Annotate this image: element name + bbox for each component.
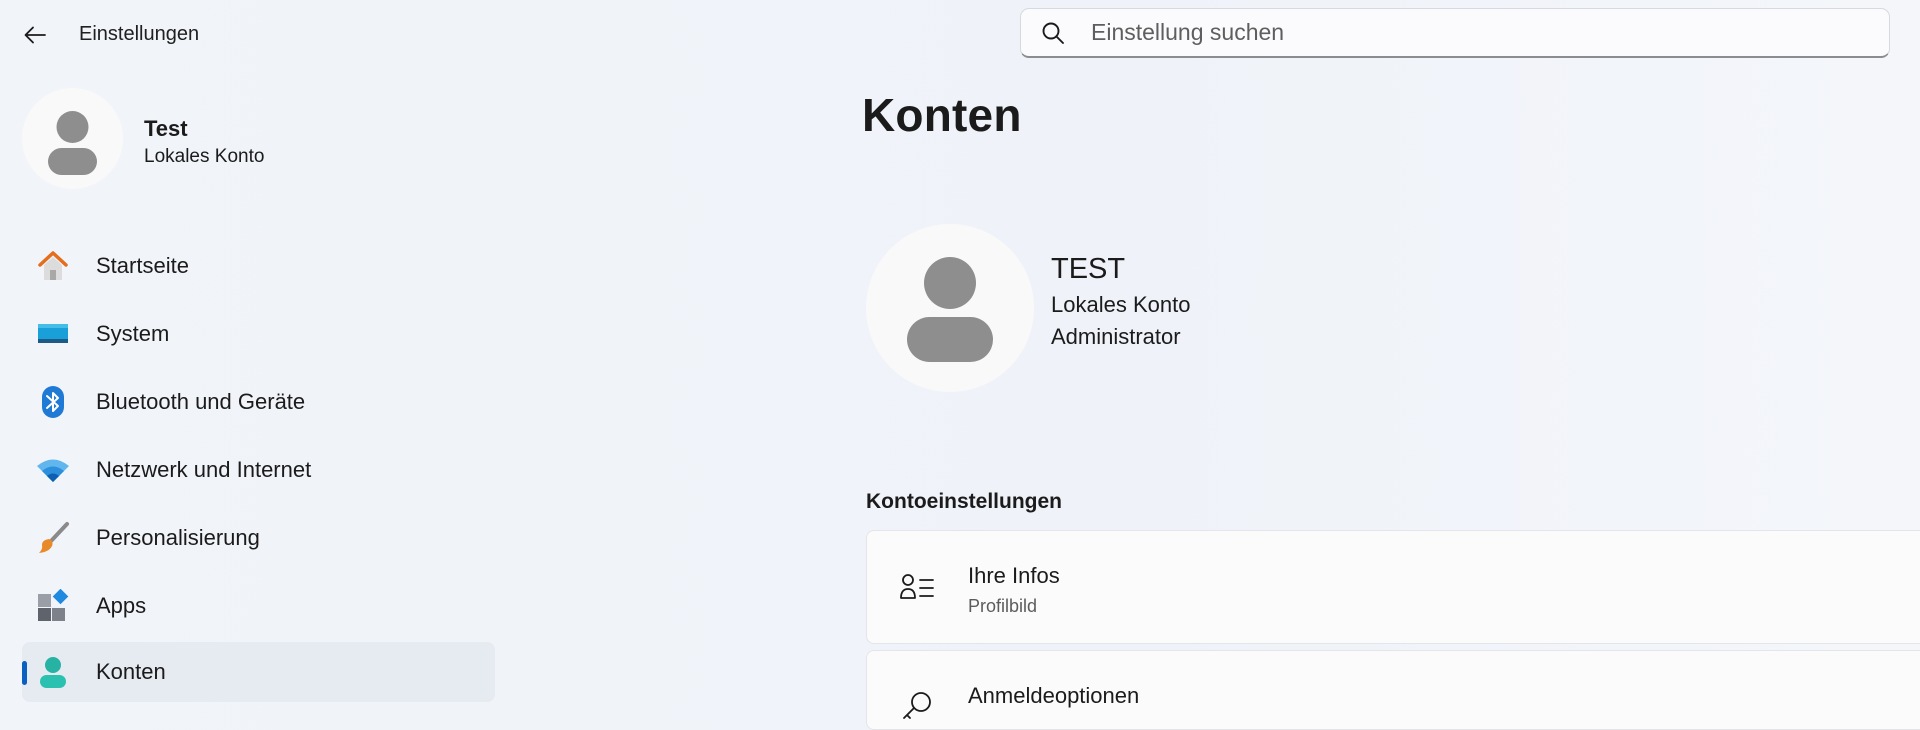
apps-icon <box>36 589 70 623</box>
bluetooth-icon <box>36 385 70 419</box>
search-box[interactable] <box>1020 8 1890 58</box>
sidebar-item-startseite[interactable]: Startseite <box>22 236 495 296</box>
back-arrow-icon <box>24 26 46 44</box>
system-display-icon <box>36 317 70 351</box>
card-anmeldeoptionen[interactable]: Anmeldeoptionen <box>866 650 1920 730</box>
sidebar-profile-account-type: Lokales Konto <box>144 146 265 167</box>
account-avatar <box>866 224 1034 392</box>
account-role: Administrator <box>1051 324 1181 349</box>
sidebar-item-apps[interactable]: Apps <box>22 576 495 636</box>
accounts-icon <box>36 655 70 689</box>
page-title: Konten <box>862 89 1022 141</box>
sidebar-item-netzwerk[interactable]: Netzwerk und Internet <box>22 440 495 500</box>
paintbrush-icon <box>36 521 70 555</box>
card-title: Anmeldeoptionen <box>968 683 1140 708</box>
card-subtitle: Profilbild <box>968 596 1038 616</box>
sidebar-item-label: Netzwerk und Internet <box>96 457 312 482</box>
home-icon <box>36 249 70 283</box>
sidebar-profile-name: Test <box>144 116 188 141</box>
selection-indicator <box>22 661 27 685</box>
sidebar-avatar <box>22 88 123 189</box>
sidebar-item-konten[interactable]: Konten <box>22 642 495 702</box>
sidebar-item-label: Konten <box>96 659 166 684</box>
wifi-icon <box>36 453 70 487</box>
sidebar-item-label: Apps <box>96 593 147 618</box>
key-icon <box>899 689 935 725</box>
sidebar-item-label: Personalisierung <box>96 525 260 550</box>
card-title: Ihre Infos <box>968 563 1060 588</box>
person-info-icon <box>899 569 935 605</box>
search-input[interactable] <box>1089 18 1889 47</box>
card-ihre-infos[interactable]: Ihre Infos Profilbild <box>866 530 1920 644</box>
sidebar-item-label: Bluetooth und Geräte <box>96 389 306 414</box>
sidebar-item-system[interactable]: System <box>22 304 495 364</box>
search-icon <box>1041 20 1067 46</box>
app-title: Einstellungen <box>79 23 200 45</box>
sidebar-item-label: System <box>96 321 170 346</box>
back-button[interactable] <box>18 20 52 50</box>
sidebar-item-personalisierung[interactable]: Personalisierung <box>22 508 495 568</box>
sidebar-item-label: Startseite <box>96 253 189 278</box>
sidebar-item-bluetooth[interactable]: Bluetooth und Geräte <box>22 372 495 432</box>
account-name: TEST <box>1051 253 1126 285</box>
account-type: Lokales Konto <box>1051 292 1191 317</box>
section-title: Kontoeinstellungen <box>866 490 1062 513</box>
